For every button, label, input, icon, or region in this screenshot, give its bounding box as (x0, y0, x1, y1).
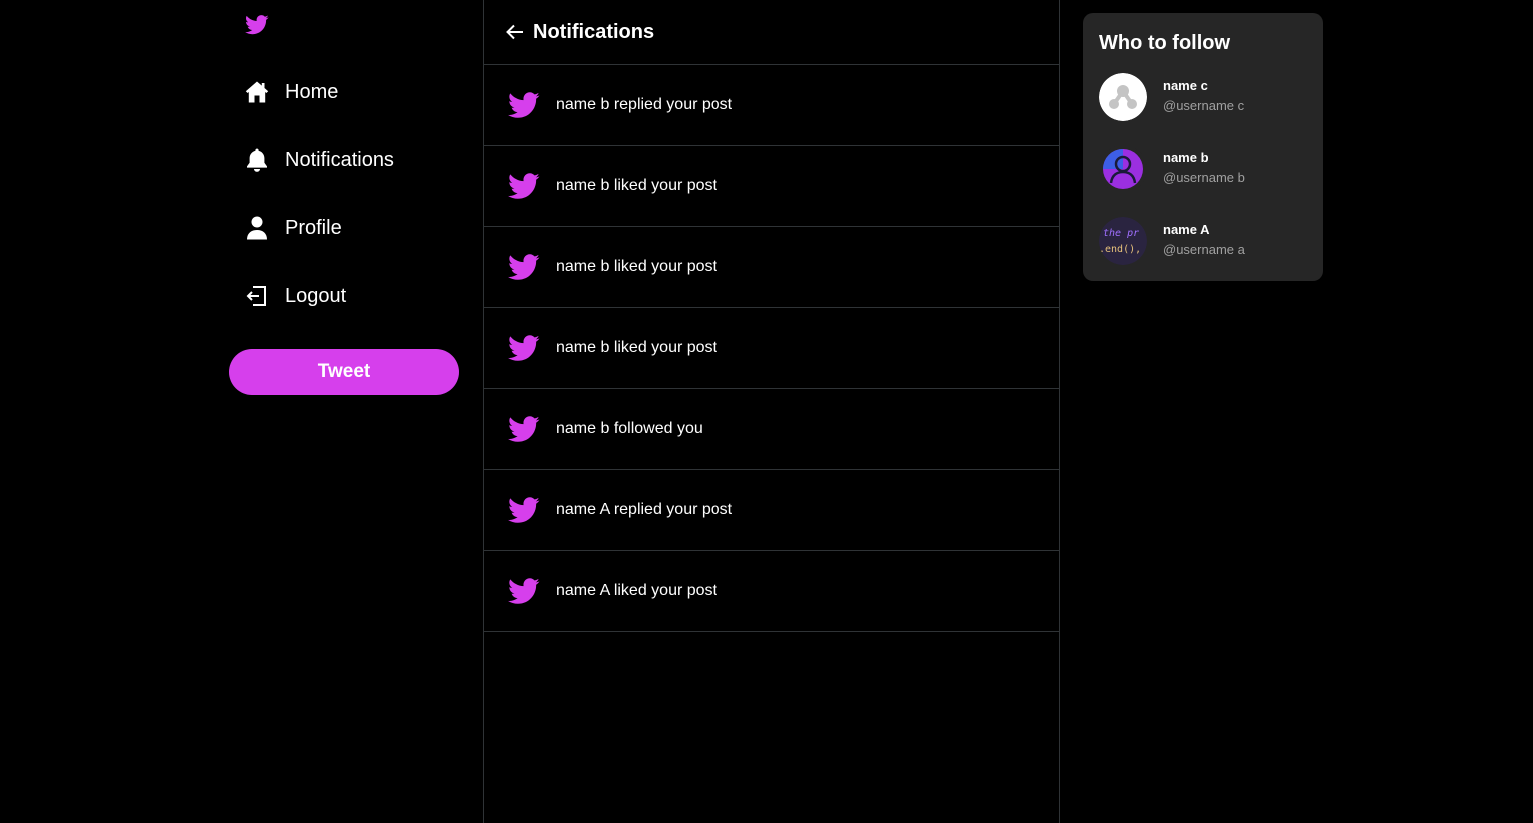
default-avatar (1099, 73, 1147, 121)
user-icon (245, 216, 269, 240)
follow-suggestion[interactable]: the pr .end(), name A @username a (1099, 217, 1309, 265)
notification-text: name b followed you (556, 420, 703, 437)
follow-suggestion[interactable]: name c @username c (1099, 73, 1309, 121)
purple-person-avatar (1099, 145, 1147, 193)
follow-name: name A (1163, 222, 1210, 237)
follow-username: @username a (1163, 242, 1245, 257)
bird-icon (508, 253, 540, 281)
notification-item[interactable]: name b liked your post (484, 146, 1059, 227)
home-icon (245, 80, 269, 104)
follow-info: name A @username a (1163, 221, 1245, 261)
bird-icon (508, 577, 540, 605)
sidebar: Home Notifications Profile Logout Tweet (229, 0, 483, 823)
follow-username: @username b (1163, 170, 1245, 185)
bird-icon (508, 91, 540, 119)
sidebar-item-label: Home (285, 80, 339, 103)
app-window: Home Notifications Profile Logout Tweet … (0, 0, 1533, 823)
follow-info: name b @username b (1163, 149, 1245, 189)
avatar-code-text: the pr (1103, 228, 1139, 239)
feed-header: Notifications (484, 0, 1059, 65)
sidebar-item-label: Profile (285, 216, 342, 239)
notification-item[interactable]: name b liked your post (484, 227, 1059, 308)
bird-icon (508, 415, 540, 443)
panel-title: Who to follow (1099, 32, 1231, 54)
notification-text: name b replied your post (556, 96, 733, 113)
follow-name: name b (1163, 150, 1209, 165)
sidebar-item-notifications[interactable]: Notifications (245, 140, 394, 180)
notification-text: name b liked your post (556, 177, 717, 194)
follow-info: name c @username c (1163, 77, 1244, 117)
logout-icon (245, 284, 269, 308)
notification-text: name b liked your post (556, 258, 717, 275)
who-to-follow-panel: Who to follow name c @username c name b … (1083, 13, 1323, 281)
bird-logo-icon[interactable] (245, 14, 269, 36)
tweet-button[interactable]: Tweet (229, 349, 459, 395)
notification-item[interactable]: name A replied your post (484, 470, 1059, 551)
follow-suggestion[interactable]: name b @username b (1099, 145, 1309, 193)
avatar-code-text: .end(), (1099, 244, 1141, 255)
notifications-feed: Notifications name b replied your post na… (483, 0, 1060, 823)
notification-item[interactable]: name b followed you (484, 389, 1059, 470)
follow-name: name c (1163, 78, 1208, 93)
code-snippet-avatar: the pr .end(), (1099, 217, 1147, 265)
bell-icon (245, 148, 269, 172)
notification-list: name b replied your post name b liked you… (484, 65, 1059, 632)
follow-username: @username c (1163, 98, 1245, 113)
sidebar-item-label: Logout (285, 284, 347, 307)
sidebar-item-home[interactable]: Home (245, 72, 338, 112)
notification-text: name A replied your post (556, 501, 733, 518)
bird-icon (508, 334, 540, 362)
notification-item[interactable]: name A liked your post (484, 551, 1059, 632)
notification-text: name A liked your post (556, 582, 717, 599)
bird-icon (508, 496, 540, 524)
page-title: Notifications (533, 20, 655, 43)
notification-text: name b liked your post (556, 339, 717, 356)
notification-item[interactable]: name b liked your post (484, 308, 1059, 389)
sidebar-item-logout[interactable]: Logout (245, 276, 346, 316)
bird-icon (508, 172, 540, 200)
arrow-left-icon[interactable] (505, 22, 525, 42)
sidebar-item-profile[interactable]: Profile (245, 208, 342, 248)
notification-item[interactable]: name b replied your post (484, 65, 1059, 146)
sidebar-item-label: Notifications (285, 148, 394, 171)
